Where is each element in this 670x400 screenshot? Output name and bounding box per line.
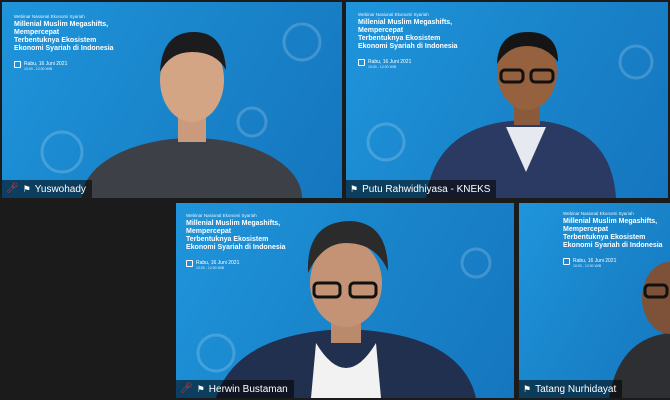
name-tag: ⚑ Putu Rahwidhiyasa - KNEKS [346,180,497,198]
video-tile-putu-rahwidhiyasa[interactable]: Webinar Nasional Ekonomi Syariah Milleni… [346,2,668,198]
pin-icon: ⚑ [22,183,31,194]
mic-off-icon: 🎤︎ [6,183,19,194]
name-tag: 🎤︎ ⚑ Yuswohady [2,180,92,198]
pin-icon: ⚑ [350,183,359,194]
pin-icon: ⚑ [523,383,532,394]
participant-name: Tatang Nurhidayat [535,383,617,395]
participant-name: Herwin Bustaman [208,383,288,395]
mic-off-icon: 🎤︎ [180,383,193,394]
participant-name: Yuswohady [34,183,86,195]
pin-icon: ⚑ [196,383,205,394]
video-tile-yuswohady[interactable]: Webinar Nasional Ekonomi Syariah Milleni… [2,2,342,198]
participant-video-feed [216,221,476,398]
participant-video-feed [609,262,670,398]
participant-name: Putu Rahwidhiyasa - KNEKS [362,183,491,195]
participant-video-feed [82,32,302,198]
participant-video-feed [426,32,616,198]
video-tile-herwin-bustaman[interactable]: Webinar Nasional Ekonomi Syariah Milleni… [176,203,514,398]
name-tag: 🎤︎ ⚑ Herwin Bustaman [176,380,294,398]
video-tile-tatang-nurhidayat[interactable]: Webinar Nasional Ekonomi Syariah Milleni… [519,203,670,398]
name-tag: ⚑ Tatang Nurhidayat [519,380,623,398]
